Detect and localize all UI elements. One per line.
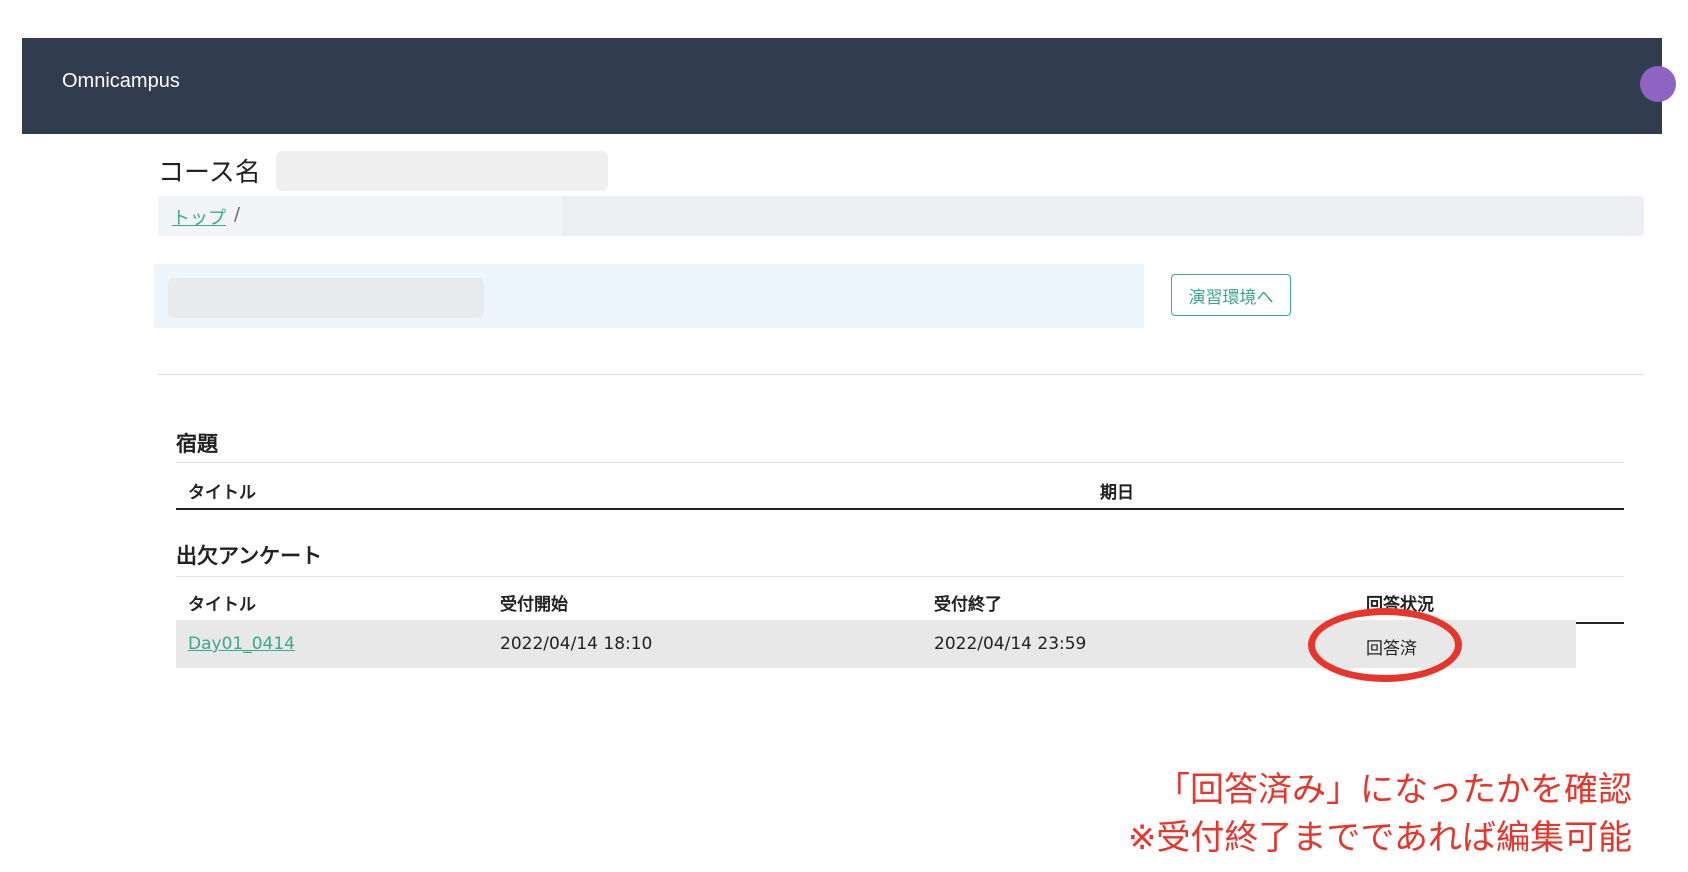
brand-logo[interactable]: Omnicampus [62, 70, 180, 93]
survey-row-title-link[interactable]: Day01_0414 [188, 634, 295, 654]
course-title: コース名 [158, 158, 261, 188]
homework-section-title: 宿題 [176, 432, 218, 456]
homework-col-title: タイトル [188, 483, 256, 503]
redacted-lecture-name [168, 278, 484, 318]
survey-section-title: 出欠アンケート [176, 544, 323, 568]
survey-col-title: タイトル [188, 595, 256, 615]
section-divider [158, 374, 1644, 375]
annotation-line-2: ※受付終了までであれば編集可能 [1127, 818, 1632, 858]
survey-row-start: 2022/04/14 18:10 [500, 634, 653, 654]
annotation-line-1: 「回答済み」になったかを確認 [1156, 770, 1632, 810]
breadcrumb-home-link[interactable]: トップ [172, 204, 226, 230]
survey-col-end: 受付終了 [934, 595, 1002, 615]
redacted-course-name [276, 151, 608, 191]
breadcrumb-separator: / [234, 204, 241, 225]
survey-row-end: 2022/04/14 23:59 [934, 634, 1087, 654]
top-navbar: Omnicampus [22, 38, 1676, 134]
exercise-environment-button[interactable]: 演習環境へ [1171, 274, 1291, 316]
homework-header-top-line [176, 462, 1624, 463]
lecture-info-box [154, 264, 1144, 328]
survey-header-top-line [176, 576, 1624, 577]
user-avatar[interactable] [1640, 66, 1676, 102]
homework-col-deadline: 期日 [1100, 483, 1134, 503]
status-highlight-circle [1308, 608, 1462, 682]
survey-col-start: 受付開始 [500, 595, 568, 615]
breadcrumb: トップ / [158, 196, 1644, 236]
homework-header-bottom-line [176, 508, 1624, 510]
